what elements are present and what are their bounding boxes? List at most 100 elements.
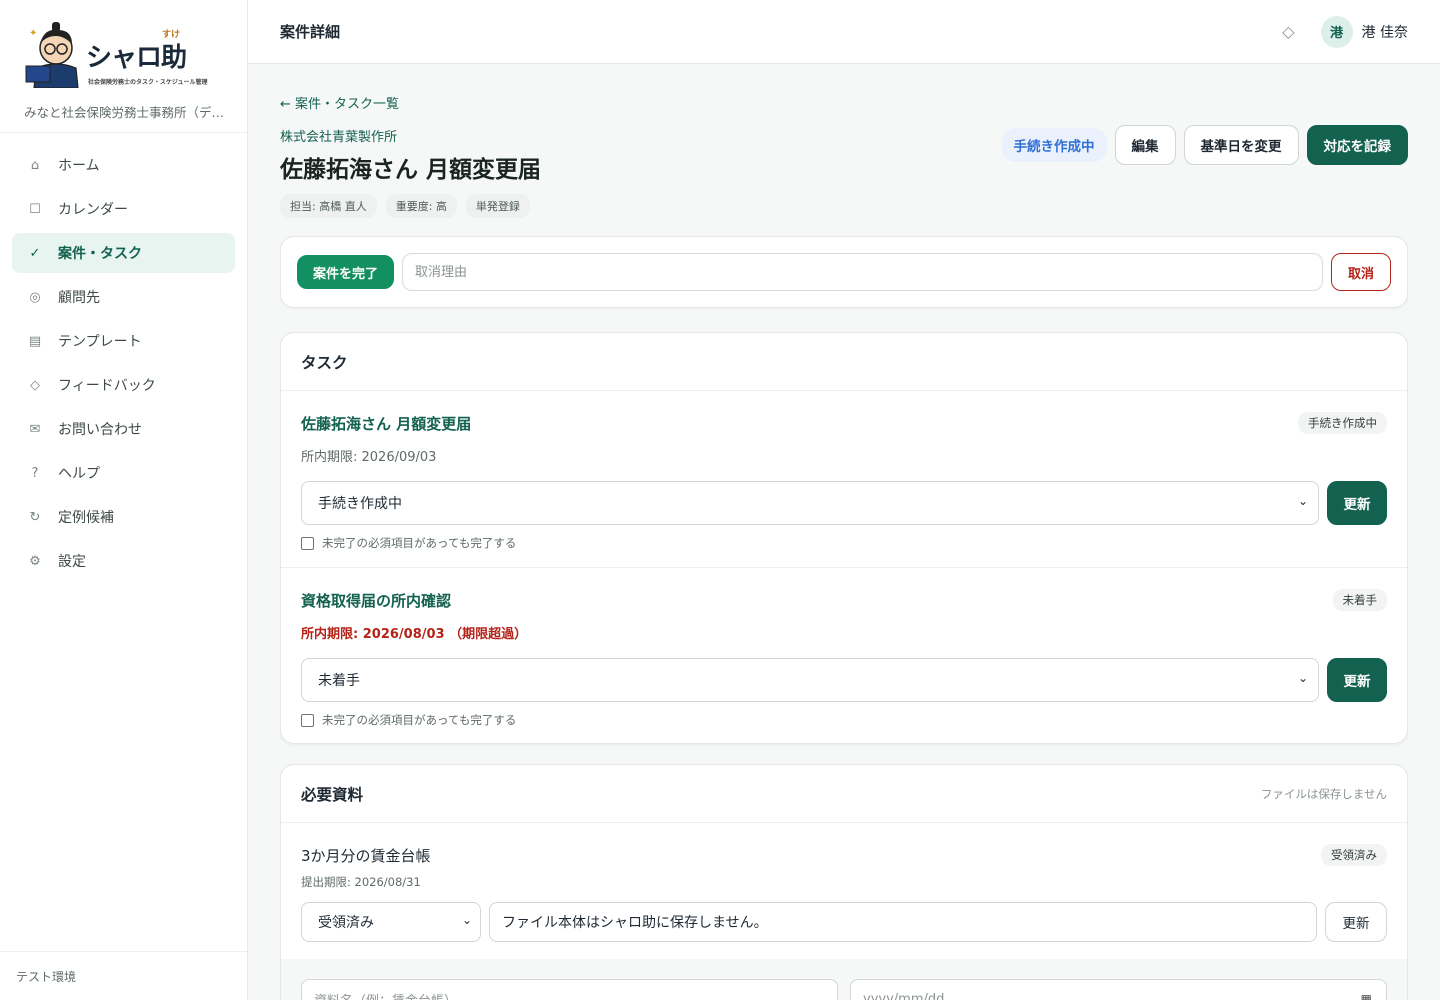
recurring-icon: ↻ (29, 509, 41, 525)
sidebar-item-label: フィードバック (58, 378, 156, 394)
sidebar-item-9[interactable]: ⚙ 設定 (12, 541, 235, 581)
document-status-badge: 受領済み (1321, 844, 1387, 866)
sidebar-item-label: ヘルプ (58, 466, 100, 482)
new-document-date-input[interactable]: yyyy/mm/dd ▦ (850, 979, 1387, 1000)
task-status-select[interactable]: 未着手 ⌄ (301, 658, 1319, 702)
task-status-row: 手続き作成中 ⌄ 更新 (301, 481, 1387, 525)
task-status-badge: 手続き作成中 (1298, 412, 1387, 434)
sidebar-item-label: 案件・タスク (58, 246, 142, 262)
logo-subtitle: 社会保険労務士のタスク・スケジュール管理 (88, 78, 208, 86)
task-name[interactable]: 佐藤拓海さん 月額変更届 (301, 413, 1387, 434)
tasks-heading: タスク (301, 353, 348, 372)
document-update-button[interactable]: 更新 (1325, 902, 1387, 942)
force-complete-option[interactable]: 未完了の必須項目があっても完了する (301, 535, 1387, 551)
svg-text:✦: ✦ (29, 28, 37, 39)
cancel-case-button[interactable]: 取消 (1330, 253, 1391, 291)
chevron-down-icon: ⌄ (1297, 494, 1308, 508)
force-complete-label: 未完了の必須項目があっても完了する (322, 713, 517, 727)
sidebar-item-6[interactable]: ✉ お問い合わせ (12, 409, 235, 449)
sidebar-item-7[interactable]: ? ヘルプ (12, 453, 235, 493)
user-name[interactable]: 港 佳奈 (1362, 22, 1408, 42)
document-list: 3か月分の賃金台帳 受領済み 提出期限: 2026/08/31 受領済み ⌄ ファイル本体… (281, 823, 1407, 959)
record-action-button[interactable]: 対応を記録 (1306, 125, 1408, 165)
task-update-button[interactable]: 更新 (1327, 658, 1387, 702)
change-base-date-button[interactable]: 基準日を変更 (1183, 125, 1299, 165)
template-icon: ▤ (28, 333, 42, 349)
selected-status: 未着手 (318, 673, 360, 689)
app-logo[interactable]: ✦ シャロ助 すけ 社会保険労務士のタスク・スケジュール管理 (24, 18, 234, 103)
task-update-button[interactable]: 更新 (1327, 481, 1387, 525)
task-name[interactable]: 資格取得届の所内確認 (301, 590, 1387, 611)
document-status-select[interactable]: 受領済み ⌄ (301, 902, 481, 942)
tasks-card-header: タスク (281, 333, 1407, 391)
logo-ruby: すけ (162, 29, 181, 40)
sidebar-item-2[interactable]: ✓ 案件・タスク (12, 233, 235, 273)
environment-label: テスト環境 (0, 951, 247, 1000)
sidebar-item-4[interactable]: ▤ テンプレート (12, 321, 235, 361)
chevron-down-icon: ⌄ (1297, 671, 1308, 685)
sidebar-item-label: 定例候補 (58, 510, 114, 526)
case-status-badge: 手続き作成中 (1001, 128, 1107, 162)
task-deadline: 所内期限: 2026/09/03 (301, 450, 437, 465)
priority-tag: 重要度: 高 (385, 194, 457, 218)
documents-card-header: 必要資料 ファイルは保存しません (281, 765, 1407, 823)
sidebar-item-8[interactable]: ↻ 定例候補 (12, 497, 235, 537)
document-name: 3か月分の賃金台帳 (301, 847, 431, 865)
force-complete-checkbox[interactable] (301, 713, 314, 727)
mail-icon: ✉ (29, 421, 41, 437)
logo-text: シャロ助 すけ 社会保険労務士のタスク・スケジュール管理 (86, 30, 234, 103)
sidebar-item-label: 設定 (58, 554, 86, 570)
sidebar-item-label: 顧問先 (58, 290, 100, 306)
task-item: 資格取得届の所内確認未着手 所内期限: 2026/08/03 （期限超過） 未着手 ⌄… (281, 568, 1407, 745)
client-name[interactable]: 株式会社青葉製作所 (280, 126, 397, 145)
header-right: ◇ 港 港 佳奈 (1282, 15, 1408, 48)
sidebar-item-1[interactable]: ☐ カレンダー (12, 189, 235, 229)
force-complete-label: 未完了の必須項目があっても完了する (322, 536, 517, 550)
task-deadline: 所内期限: 2026/08/03 （期限超過） (301, 627, 528, 642)
document-deadline: 提出期限: 2026/08/31 (301, 875, 421, 889)
calendar-icon[interactable]: ▦ (1361, 992, 1372, 1000)
force-complete-checkbox[interactable] (301, 536, 314, 550)
add-document-row: 資料名（例：賃金台帳） yyyy/mm/dd ▦ (281, 959, 1407, 1000)
selected-document-status: 受領済み (318, 915, 374, 931)
task-list: 佐藤拓海さん 月額変更届 手続き作成中 所内期限: 2026/09/03 手続き作成中… (281, 391, 1407, 745)
office-name: みなと社会保険労務士事務所（デ… (24, 105, 224, 120)
tasks-card: タスク 佐藤拓海さん 月額変更届 手続き作成中 所内期限: 2026/09/03 手続… (280, 332, 1408, 744)
notification-icon[interactable]: ◇ (1282, 22, 1294, 41)
document-item: 3か月分の賃金台帳 受領済み 提出期限: 2026/08/31 受領済み ⌄ ファイル本体… (281, 823, 1407, 959)
avatar[interactable]: 港 (1320, 15, 1353, 48)
back-to-list-link[interactable]: ← 案件・タスク一覧 (280, 93, 399, 112)
case-actions: 手続き作成中 編集 基準日を変更 対応を記録 (1001, 125, 1408, 165)
edit-button[interactable]: 編集 (1114, 125, 1176, 165)
documents-note: ファイルは保存しません (1260, 786, 1387, 801)
sidebar-item-0[interactable]: ⌂ ホーム (12, 145, 235, 185)
sidebar-item-label: お問い合わせ (58, 422, 142, 438)
calendar-icon: ☐ (29, 201, 41, 217)
task-status-select[interactable]: 手続き作成中 ⌄ (301, 481, 1319, 525)
gear-icon: ⚙ (29, 553, 41, 569)
case-tags: 担当: 高橋 直人 重要度: 高 単発登録 (280, 194, 539, 218)
cancel-reason-input[interactable] (402, 253, 1323, 291)
selected-status: 手続き作成中 (318, 496, 402, 512)
feedback-icon: ◇ (30, 377, 40, 393)
complete-case-button[interactable]: 案件を完了 (297, 255, 395, 289)
main-content: ← 案件・タスク一覧 株式会社青葉製作所 佐藤拓海さん 月額変更届 担当: 高橋… (280, 64, 1408, 1000)
registration-tag: 単発登録 (465, 194, 530, 218)
sidebar-item-label: ホーム (58, 158, 100, 174)
case-title: 佐藤拓海さん 月額変更届 (280, 157, 542, 183)
top-header: 案件詳細 ◇ 港 港 佳奈 (248, 0, 1440, 64)
case-completion-card: 案件を完了 取消 (280, 236, 1408, 308)
date-placeholder: yyyy/mm/dd (863, 991, 945, 1000)
sidebar: ✦ シャロ助 すけ 社会保険労務士のタスク・スケジュール管理 みなと社会保険労務… (0, 0, 248, 1000)
sidebar-item-label: カレンダー (58, 202, 128, 218)
assignee-tag: 担当: 高橋 直人 (280, 194, 377, 218)
sidebar-item-5[interactable]: ◇ フィードバック (12, 365, 235, 405)
sidebar-nav: ⌂ ホーム ☐ カレンダー ✓ 案件・タスク ◎ 顧問先 ▤ テンプレート ◇ フィードバック ✉ お問い… (0, 133, 247, 597)
force-complete-option[interactable]: 未完了の必須項目があっても完了する (301, 712, 1387, 728)
check-icon: ✓ (29, 245, 41, 261)
document-edit-row: 受領済み ⌄ ファイル本体はシャロ助に保存しません。 更新 (301, 902, 1387, 942)
task-status-row: 未着手 ⌄ 更新 (301, 658, 1387, 702)
new-document-name-input[interactable]: 資料名（例：賃金台帳） (301, 979, 838, 1000)
sidebar-item-3[interactable]: ◎ 顧問先 (12, 277, 235, 317)
document-memo-input[interactable]: ファイル本体はシャロ助に保存しません。 (489, 902, 1317, 942)
